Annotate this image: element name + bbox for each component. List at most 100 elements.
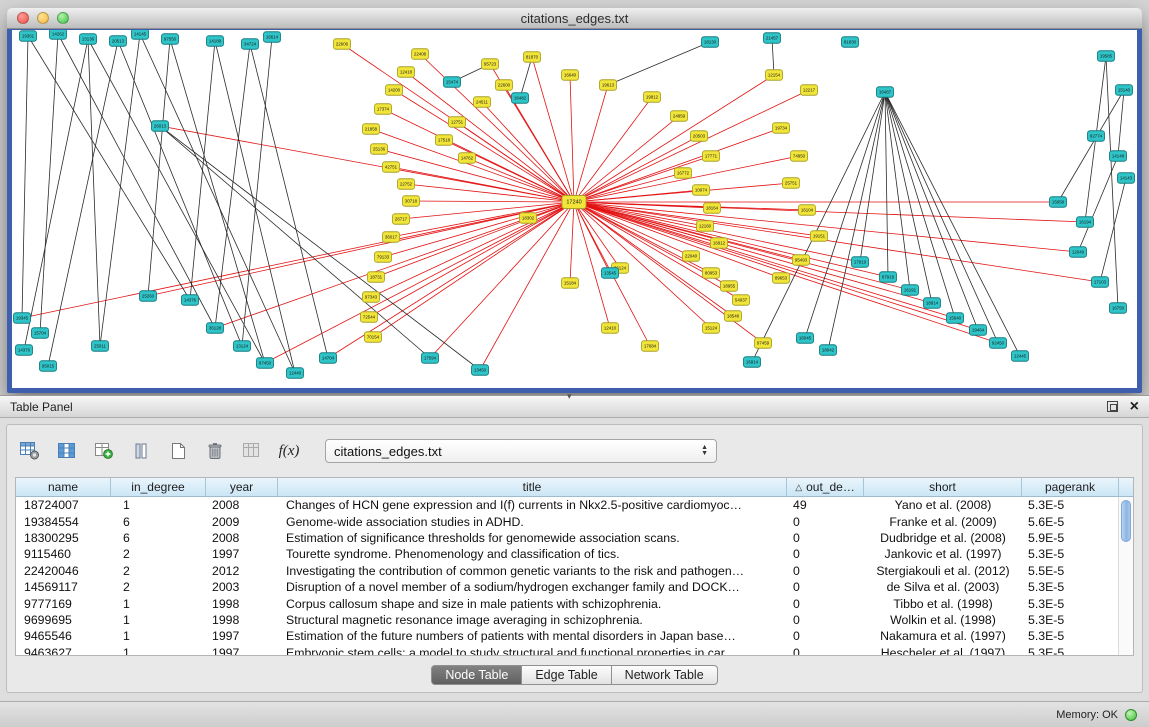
graph-edge[interactable] <box>22 202 574 318</box>
tab-node-table[interactable]: Node Table <box>431 665 522 685</box>
graph-node[interactable]: 22606 <box>334 39 351 50</box>
column-header-title[interactable]: title <box>278 478 787 496</box>
close-panel-icon[interactable]: × <box>1130 400 1139 414</box>
graph-node[interactable]: 20503 <box>691 131 708 142</box>
graph-node[interactable]: 16194 <box>1077 217 1094 228</box>
graph-node[interactable]: 87919 <box>880 272 897 283</box>
graph-node[interactable]: 19464 <box>970 325 987 336</box>
graph-edge[interactable] <box>574 202 978 330</box>
graph-node[interactable]: 13450 <box>472 365 489 376</box>
graph-node[interactable]: 10974 <box>693 185 710 196</box>
fx-icon[interactable]: f(x) <box>274 436 304 466</box>
graph-edge[interactable] <box>22 36 28 318</box>
window-titlebar[interactable]: citations_edges.txt <box>7 8 1142 29</box>
graph-node[interactable]: 15958 <box>1050 197 1067 208</box>
graph-node[interactable]: 74850 <box>791 151 808 162</box>
graph-node[interactable]: 21858 <box>363 124 380 135</box>
graph-node[interactable]: 19345 <box>14 313 31 324</box>
graph-node[interactable]: 30718 <box>403 196 420 207</box>
graph-edge[interactable] <box>574 202 932 303</box>
table-row[interactable]: 911546021997Tourette syndrome. Phenomeno… <box>16 546 1117 562</box>
graph-node[interactable]: 14262 <box>50 30 67 39</box>
graph-edge[interactable] <box>885 92 998 343</box>
graph-edge[interactable] <box>148 39 170 296</box>
graph-node[interactable]: 26717 <box>393 214 410 225</box>
graph-edge[interactable] <box>48 41 118 366</box>
graph-edge[interactable] <box>148 202 574 296</box>
graph-edge[interactable] <box>574 183 791 202</box>
graph-edge[interactable] <box>1118 90 1124 156</box>
graph-node[interactable]: 14370 <box>16 345 33 356</box>
column-header-year[interactable]: year <box>206 478 278 496</box>
graph-edge[interactable] <box>885 92 910 290</box>
graph-node[interactable]: 54937 <box>733 295 750 306</box>
graph-node[interactable]: 18042 <box>820 345 837 356</box>
graph-edge[interactable] <box>1096 56 1106 136</box>
graph-node[interactable]: 16914 <box>744 357 761 368</box>
graph-node[interactable]: 18130 <box>702 37 719 48</box>
column-header-out-degree[interactable]: △ out_de… <box>787 478 864 496</box>
graph-node[interactable]: 81830 <box>842 37 859 48</box>
graph-node[interactable]: 16045 <box>797 333 814 344</box>
graph-node[interactable]: 81870 <box>524 52 541 63</box>
graph-node[interactable]: 12154 <box>766 70 783 81</box>
graph-node[interactable]: 25011 <box>92 341 109 352</box>
graph-node[interactable]: 89653 <box>773 273 790 284</box>
graph-node[interactable]: 97459 <box>755 338 772 349</box>
table-row[interactable]: 1830029562008Estimation of significance … <box>16 530 1117 546</box>
graph-edge[interactable] <box>24 39 88 350</box>
graph-node[interactable]: 15474 <box>444 77 461 88</box>
graph-edge[interactable] <box>88 39 100 346</box>
graph-node[interactable]: 16482 <box>512 93 529 104</box>
table-add-icon[interactable] <box>89 436 119 466</box>
graph-node[interactable]: 14143 <box>1118 173 1135 184</box>
graph-edge[interactable] <box>574 156 711 202</box>
split-pane-handle[interactable]: ▾ <box>567 391 572 402</box>
graph-edge[interactable] <box>574 202 781 278</box>
graph-edge[interactable] <box>885 92 955 318</box>
graph-edge[interactable] <box>608 42 710 85</box>
graph-node[interactable]: 25751 <box>783 178 800 189</box>
graph-edge[interactable] <box>1100 178 1126 282</box>
graph-edge[interactable] <box>1058 90 1124 202</box>
graph-node[interactable]: 22752 <box>398 179 415 190</box>
graph-node[interactable]: 19812 <box>644 92 661 103</box>
graph-edge[interactable] <box>570 202 574 283</box>
graph-edge[interactable] <box>215 41 295 373</box>
graph-node[interactable]: 36017 <box>383 232 400 243</box>
graph-node[interactable]: 72544 <box>361 312 378 323</box>
graph-edge[interactable] <box>379 149 574 202</box>
graph-node[interactable]: 19361 <box>20 31 37 42</box>
table-row[interactable]: 1938455462009Genome-wide association stu… <box>16 513 1117 529</box>
table-selector-dropdown[interactable]: citations_edges.txt ▲▼ <box>325 439 717 463</box>
graph-node[interactable]: 80953 <box>703 268 720 279</box>
graph-node[interactable]: 17240 <box>562 196 586 209</box>
graph-node[interactable]: 26013 <box>152 121 169 132</box>
graph-edge[interactable] <box>140 34 295 373</box>
graph-node[interactable]: 36128 <box>207 323 224 334</box>
graph-node[interactable]: 16772 <box>675 168 692 179</box>
graph-node[interactable]: 18164 <box>704 203 721 214</box>
graph-node[interactable]: 18731 <box>368 272 385 283</box>
graph-node[interactable]: 13124 <box>234 341 251 352</box>
graph-node[interactable]: 34724 <box>242 39 259 50</box>
graph-edge[interactable] <box>480 202 574 370</box>
graph-node[interactable]: 25136 <box>371 144 388 155</box>
graph-node[interactable]: 20513 <box>110 36 127 47</box>
graph-node[interactable]: 17771 <box>703 151 720 162</box>
graph-node[interactable]: 12751 <box>449 117 466 128</box>
graph-edge[interactable] <box>570 75 574 202</box>
network-graph[interactable]: 1724022606224081241814200173742185825136… <box>12 30 1137 388</box>
graph-node[interactable]: 13136 <box>80 34 97 45</box>
graph-node[interactable]: 22408 <box>412 49 429 60</box>
column-header-pagerank[interactable]: pagerank <box>1022 478 1119 496</box>
graph-edge[interactable] <box>520 57 532 98</box>
graph-edge[interactable] <box>574 97 652 202</box>
graph-node[interactable]: 14200 <box>386 85 403 96</box>
graph-node[interactable]: 12445 <box>1012 351 1029 362</box>
graph-node[interactable]: 17684 <box>642 341 659 352</box>
graph-edge[interactable] <box>574 75 774 202</box>
graph-edge[interactable] <box>40 34 58 333</box>
graph-node[interactable]: 15704 <box>32 328 49 339</box>
graph-node[interactable]: 13545 <box>602 268 619 279</box>
